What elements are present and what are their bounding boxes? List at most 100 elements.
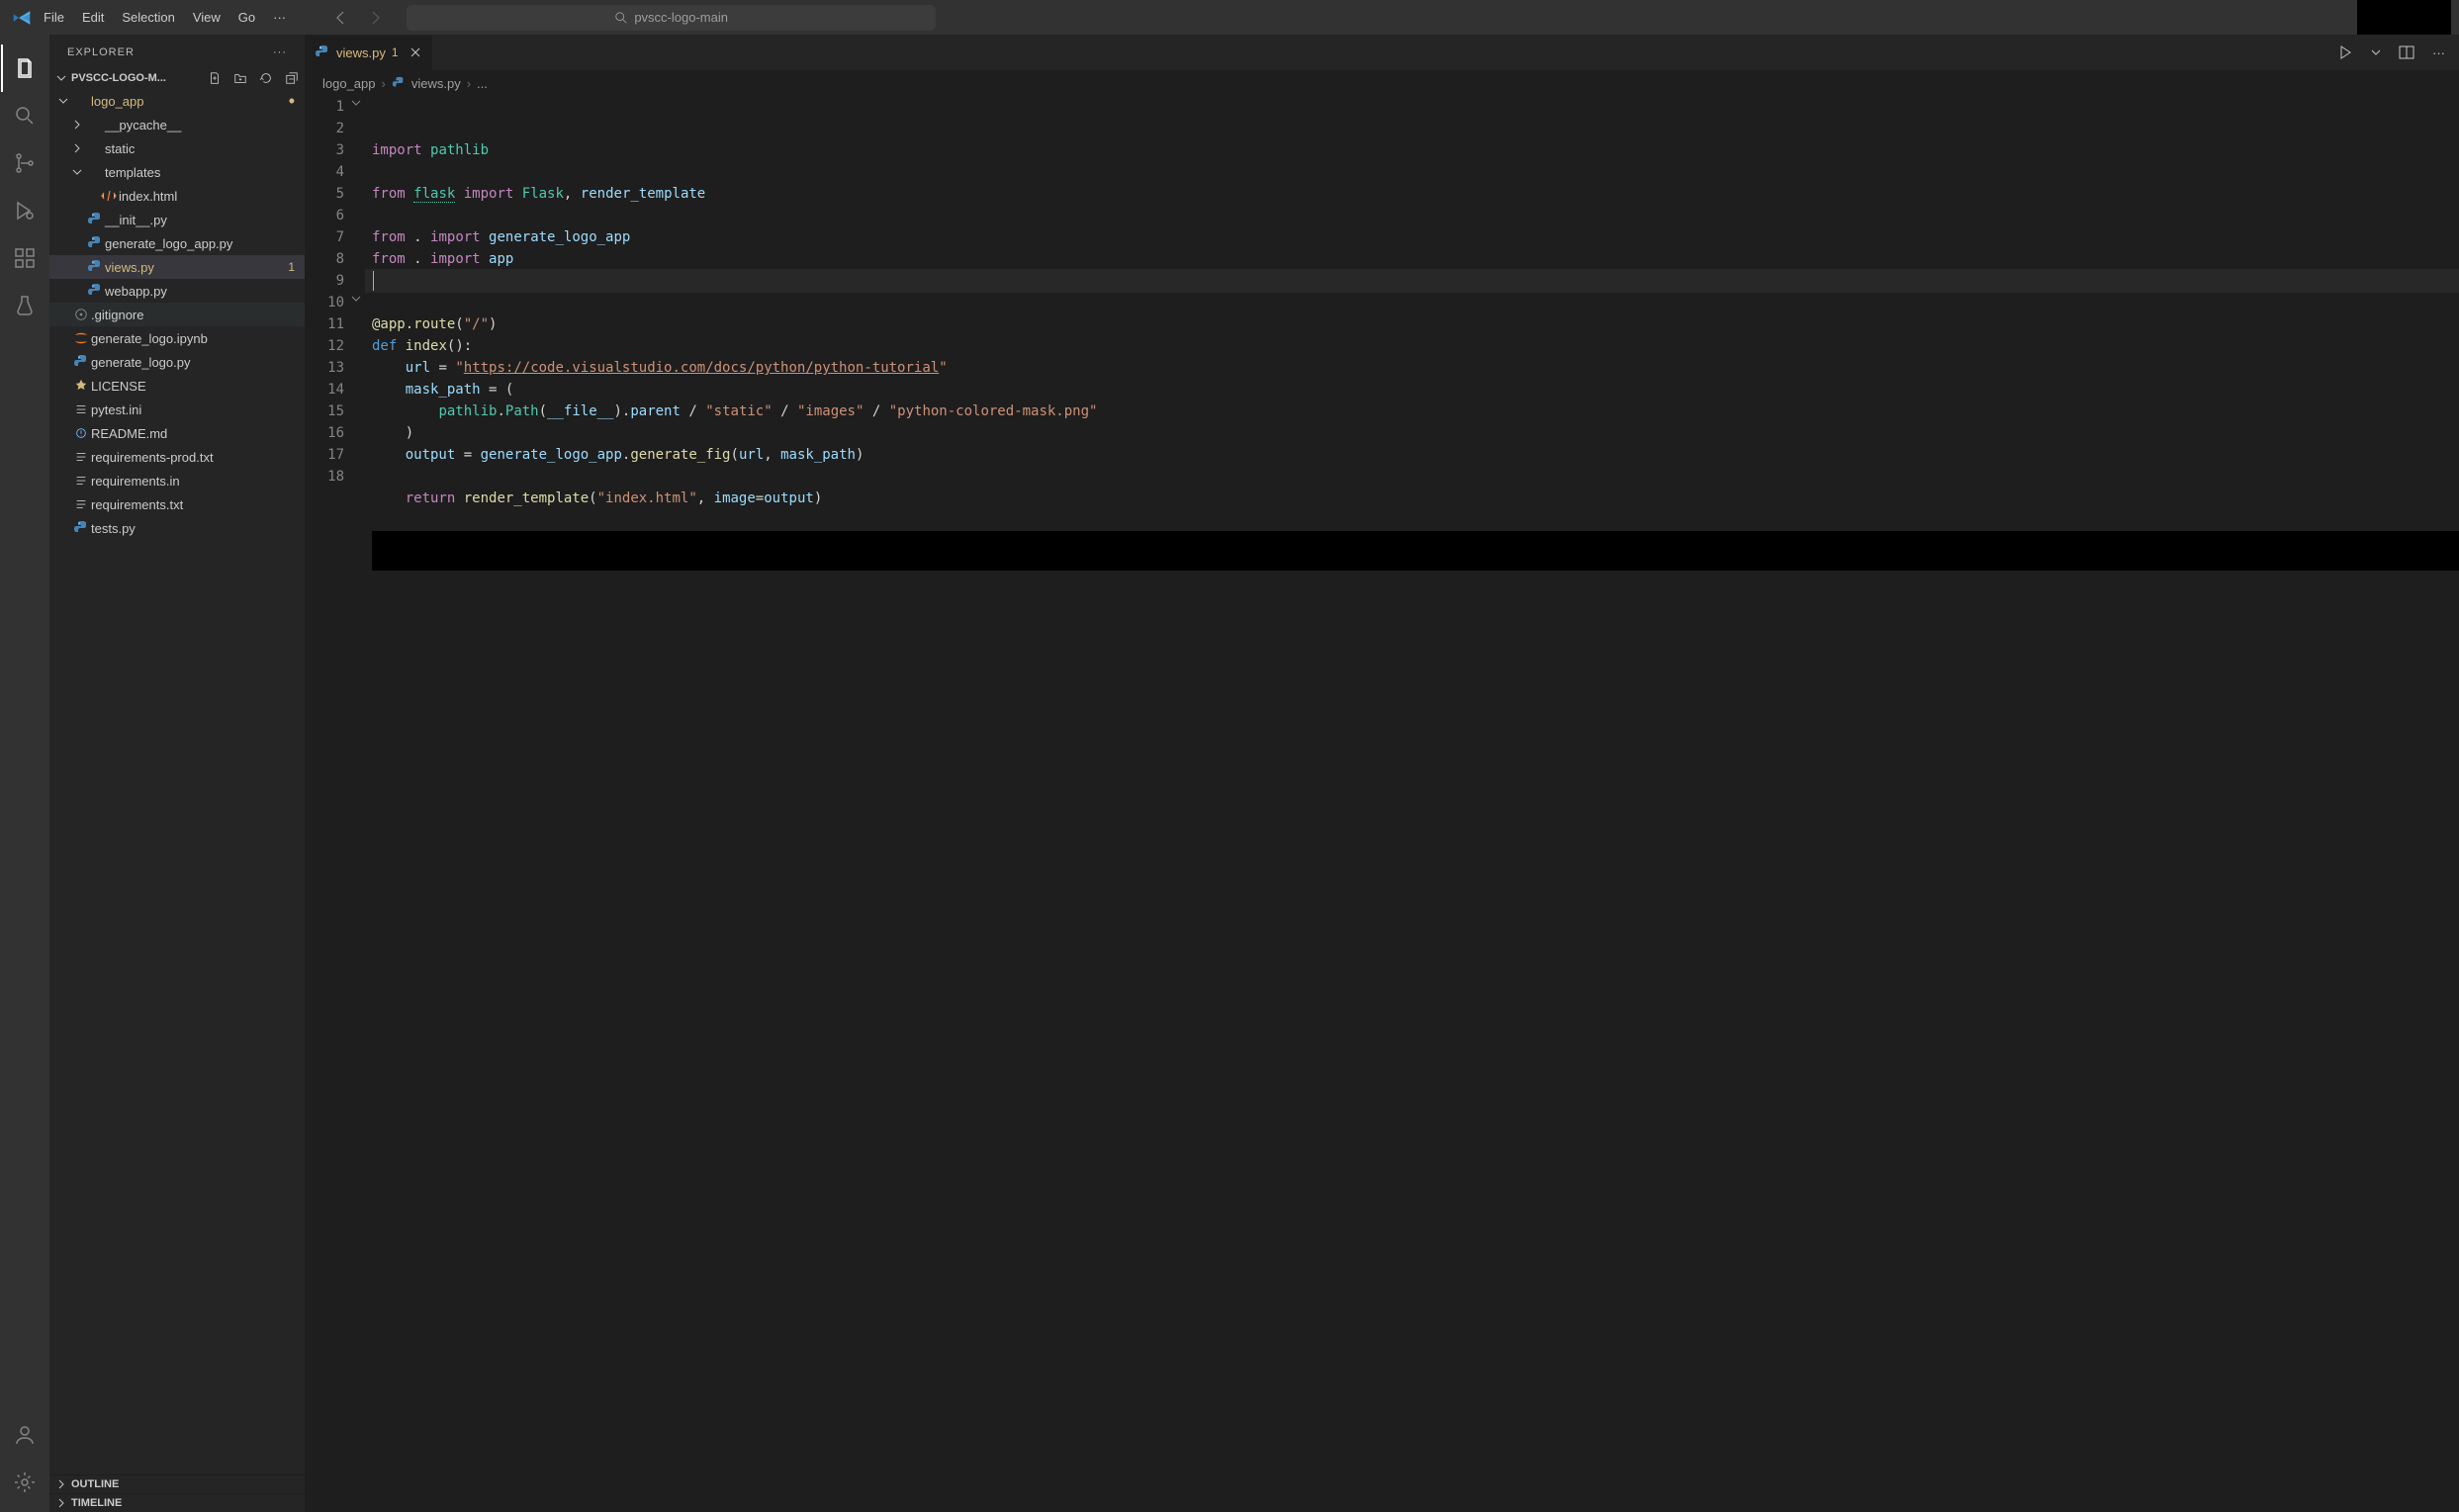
breadcrumb[interactable]: logo_app › views.py › ...: [305, 70, 2459, 96]
chevron-right-icon: ›: [382, 76, 386, 91]
file-tree: logo_app•__pycache__statictemplates index…: [49, 87, 305, 1474]
activity-extensions-icon[interactable]: [1, 234, 48, 282]
chevron-icon: [55, 95, 71, 107]
explorer-more-icon[interactable]: ···: [273, 46, 287, 58]
folder--pycache-[interactable]: __pycache__: [49, 113, 305, 136]
tree-item-label: index.html: [119, 189, 177, 204]
file-requirements-prod-txt[interactable]: requirements-prod.txt: [49, 445, 305, 469]
code-line-17[interactable]: return render_template("index.html", ima…: [366, 488, 2459, 509]
code-line-9[interactable]: @app.route("/"): [366, 313, 2459, 335]
tab-label: views.py: [336, 45, 386, 60]
code-line-2[interactable]: [366, 161, 2459, 183]
code-line-18[interactable]: [366, 509, 2459, 531]
refresh-icon[interactable]: [259, 71, 273, 85]
tab-problem-badge: 1: [392, 45, 399, 59]
file-tests-py[interactable]: tests.py: [49, 516, 305, 540]
activitybar: [0, 35, 49, 1512]
project-header[interactable]: PVSCC-LOGO-M...: [49, 69, 305, 87]
code-line-8[interactable]: [366, 292, 2459, 313]
code-editor[interactable]: 123456789101112131415161718 import pathl…: [305, 96, 2459, 1512]
chevron-down-icon: [55, 72, 67, 84]
tree-item-label: webapp.py: [105, 284, 167, 299]
code-line-12[interactable]: mask_path = (: [366, 379, 2459, 400]
new-folder-icon[interactable]: [233, 71, 247, 85]
code-content[interactable]: import pathlib from flask import Flask, …: [366, 96, 2459, 1512]
py-file-icon: [85, 259, 105, 275]
explorer-title: EXPLORER: [67, 46, 135, 58]
fold-icon[interactable]: [350, 293, 362, 305]
activity-explorer-icon[interactable]: [1, 44, 48, 92]
activity-source-control-icon[interactable]: [1, 139, 48, 187]
run-dropdown-icon[interactable]: [2371, 47, 2381, 57]
folder-logo-app[interactable]: logo_app•: [49, 89, 305, 113]
activity-testing-icon[interactable]: [1, 282, 48, 329]
tab-close-icon[interactable]: [409, 45, 422, 59]
new-file-icon[interactable]: [208, 71, 222, 85]
code-line-13[interactable]: pathlib.Path(__file__).parent / "static"…: [366, 400, 2459, 422]
activity-run-debug-icon[interactable]: [1, 187, 48, 234]
overlay-strip: [372, 531, 2459, 571]
tabbar: views.py 1 ···: [305, 35, 2459, 70]
file-generate-logo-ipynb[interactable]: generate_logo.ipynb: [49, 326, 305, 350]
activity-search-icon[interactable]: [1, 92, 48, 139]
breadcrumb-folder[interactable]: logo_app: [322, 76, 376, 91]
code-line-11[interactable]: url = "https://code.visualstudio.com/doc…: [366, 357, 2459, 379]
tab-views-py[interactable]: views.py 1: [305, 35, 433, 70]
py-file-icon: [85, 235, 105, 251]
menu-go[interactable]: Go: [230, 6, 263, 29]
file--gitignore[interactable]: .gitignore: [49, 303, 305, 326]
menu-view[interactable]: View: [185, 6, 228, 29]
nav-forward-icon[interactable]: [367, 10, 383, 26]
file--init-py[interactable]: __init__.py: [49, 208, 305, 231]
tree-item-label: requirements-prod.txt: [91, 450, 214, 465]
menu-edit[interactable]: Edit: [74, 6, 112, 29]
fold-icon[interactable]: [350, 97, 362, 109]
code-line-16[interactable]: [366, 466, 2459, 488]
folder-static[interactable]: static: [49, 136, 305, 160]
file-pytest-ini[interactable]: pytest.ini: [49, 398, 305, 421]
collapse-all-icon[interactable]: [285, 71, 299, 85]
tree-item-label: pytest.ini: [91, 402, 141, 417]
breadcrumb-more[interactable]: ...: [477, 76, 488, 91]
breadcrumb-file[interactable]: views.py: [411, 76, 461, 91]
outline-section[interactable]: OUTLINE: [49, 1474, 305, 1493]
split-editor-icon[interactable]: [2399, 44, 2414, 60]
code-line-6[interactable]: from . import app: [366, 248, 2459, 270]
ipynb-file-icon: [71, 330, 91, 346]
code-line-14[interactable]: ): [366, 422, 2459, 444]
file-requirements-in[interactable]: requirements.in: [49, 469, 305, 492]
code-line-5[interactable]: from . import generate_logo_app: [366, 226, 2459, 248]
menu-selection[interactable]: Selection: [114, 6, 182, 29]
file-index-html[interactable]: index.html: [49, 184, 305, 208]
activity-accounts-icon[interactable]: [1, 1411, 48, 1459]
html-file-icon: [99, 188, 119, 204]
file-license[interactable]: LICENSE: [49, 374, 305, 398]
code-line-10[interactable]: def index():: [366, 335, 2459, 357]
file-requirements-txt[interactable]: requirements.txt: [49, 492, 305, 516]
editor-group: views.py 1 ··· logo_app › views.py › ...…: [305, 35, 2459, 1512]
code-line-7[interactable]: [366, 270, 2459, 292]
menu-file[interactable]: File: [36, 6, 72, 29]
sidebar-explorer: EXPLORER ··· PVSCC-LOGO-M... logo_app•__…: [49, 35, 305, 1512]
file-generate-logo-py[interactable]: generate_logo.py: [49, 350, 305, 374]
command-center[interactable]: pvscc-logo-main: [407, 5, 936, 31]
file-readme-md[interactable]: README.md: [49, 421, 305, 445]
editor-more-icon[interactable]: ···: [2432, 45, 2445, 60]
activity-settings-icon[interactable]: [1, 1459, 48, 1506]
py-file-icon: [85, 283, 105, 299]
file-webapp-py[interactable]: webapp.py: [49, 279, 305, 303]
code-line-1[interactable]: import pathlib: [366, 139, 2459, 161]
py-file-icon: [71, 354, 91, 370]
outline-label: OUTLINE: [71, 1478, 119, 1490]
tree-item-label: README.md: [91, 426, 167, 441]
file-views-py[interactable]: views.py1: [49, 255, 305, 279]
file-generate-logo-app-py[interactable]: generate_logo_app.py: [49, 231, 305, 255]
code-line-15[interactable]: output = generate_logo_app.generate_fig(…: [366, 444, 2459, 466]
code-line-3[interactable]: from flask import Flask, render_template: [366, 183, 2459, 205]
menu-more-icon[interactable]: ···: [265, 6, 294, 29]
timeline-section[interactable]: TIMELINE: [49, 1493, 305, 1512]
nav-back-icon[interactable]: [333, 10, 349, 26]
code-line-4[interactable]: [366, 205, 2459, 226]
run-icon[interactable]: [2337, 44, 2353, 60]
folder-templates[interactable]: templates: [49, 160, 305, 184]
